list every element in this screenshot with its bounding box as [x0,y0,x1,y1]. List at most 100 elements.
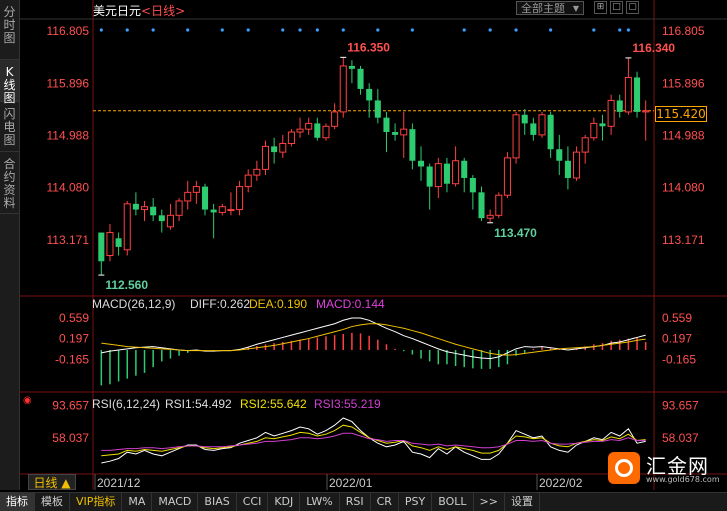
symbol-name: 美元日元 [93,4,142,18]
candle-body [556,149,563,161]
y-tick-label-right: 113.171 [662,233,705,247]
candle-body [383,117,390,133]
candle-body [296,128,304,133]
signal-dot [341,28,345,32]
indicator-tab[interactable]: KDJ [268,493,301,511]
macd-diff-value: DIFF:0.262 [190,297,250,311]
candle-body [314,123,321,138]
candle-body [495,194,503,216]
x-axis-label: 2022/01 [329,476,373,490]
candle-body [123,203,131,251]
rsi3-line [101,432,646,451]
signal-dot [220,28,224,32]
candle-body [210,209,217,213]
candle-body [331,111,339,127]
indicator-tab[interactable]: PSY [399,493,433,511]
indicator-tab[interactable]: LW% [300,493,340,511]
indicator-tab[interactable]: BIAS [198,493,237,511]
chart-canvas[interactable]: 116.805 116.805 115.896 115.896 114.988 114.9… [19,0,727,490]
rsi1-value: RSI1:54.492 [165,397,232,411]
candle-body [443,163,450,184]
indicator-tab[interactable]: MA [122,493,153,511]
sidebar: 分时图 K线图 闪电图 合约资料 [0,0,20,490]
candle-body [452,160,460,185]
indicator-tab[interactable]: MACD [152,493,199,511]
candle-body [98,232,105,262]
theme-select[interactable]: 全部主题 ▼ [516,1,584,15]
tab-timeshare-label: 分时图 [3,5,16,45]
candle-body [521,114,528,124]
candle-body [339,65,347,113]
indicator-tab[interactable]: >> [474,493,505,511]
signal-dot [376,28,380,32]
candle-body [305,122,313,130]
signal-dot [246,28,250,32]
logo-url: www.gold678.com [646,475,720,484]
candle-body [392,132,399,135]
candle-body [175,200,183,216]
candle-body [400,128,408,136]
signal-dot [315,28,319,32]
chevron-down-icon: ▼ [572,4,579,13]
candle-body [607,99,615,127]
signal-dot [462,28,466,32]
candle-body [573,151,581,179]
high-label: 116.350 [347,40,390,54]
indicator-tab[interactable]: BOLL [432,493,474,511]
candle-body [115,238,122,247]
candle-body [227,209,235,212]
macd-y-tick-left: -0.165 [55,352,89,366]
candle-body [581,137,589,153]
candle-body [486,214,494,219]
candle-body [166,214,174,228]
indicator-tab[interactable]: VIP指标 [70,493,123,511]
tab-contract[interactable]: 合约资料 [0,152,19,214]
candle-body [236,186,244,211]
signal-dot [125,28,129,32]
macd-y-tick-left: 0.197 [59,332,89,346]
indicator-tabbar: 指标 模板 VIP指标 MA MACD BIAS CCI KDJ LW% RSI CR PSY BOLL… [0,492,727,511]
candle-body [478,192,485,219]
candle-body [599,123,606,127]
macd-title: MACD(26,12,9) [92,297,175,311]
indicator-tab[interactable]: 模板 [35,493,70,511]
tab-flash[interactable]: 闪电图 [0,102,19,152]
macd-value: MACD:0.144 [316,297,385,311]
candle-body [348,65,355,69]
high-label: 116.340 [632,41,675,55]
indicator-tab[interactable]: CR [371,493,399,511]
rsi-title: RSI(6,12,24) [92,397,160,411]
y-tick-label-left: 113.171 [47,233,90,247]
rsi-panel [101,417,646,464]
candle-body [564,160,571,178]
candle-body [590,122,598,139]
candle-body [106,232,114,257]
indicator-tab[interactable]: 指标 [0,493,35,511]
rsi1-line [101,417,646,464]
candle-body [374,100,381,118]
indicator-tab[interactable]: RSI [340,493,371,511]
candle-body [434,163,442,188]
rsi-y-tick-left: 58.037 [52,431,89,445]
maximize-icon[interactable]: □ [610,1,623,14]
indicator-tab[interactable]: 设置 [505,493,540,511]
indicator-tab[interactable]: CCI [237,493,269,511]
tab-kline[interactable]: K线图 [0,60,19,105]
candle-body [426,166,433,187]
y-tick-label-right: 116.805 [662,24,705,38]
candle-body [158,215,165,222]
candle-body [184,191,192,202]
restore-icon[interactable]: ▢ [626,1,639,14]
macd-y-tick-right: 0.559 [662,311,692,325]
period-button[interactable]: 日线 ▲ [28,474,76,490]
tab-timeshare[interactable]: 分时图 [0,0,19,60]
y-tick-label-left: 116.805 [47,24,90,38]
candle-body [409,129,416,161]
candle-body [512,114,520,159]
candle-body [538,114,546,136]
candle-body [547,114,554,150]
candle-body [244,174,252,188]
signal-dot [592,28,596,32]
candle-body [357,68,364,89]
layout-icon[interactable]: ⊞ [594,1,607,14]
